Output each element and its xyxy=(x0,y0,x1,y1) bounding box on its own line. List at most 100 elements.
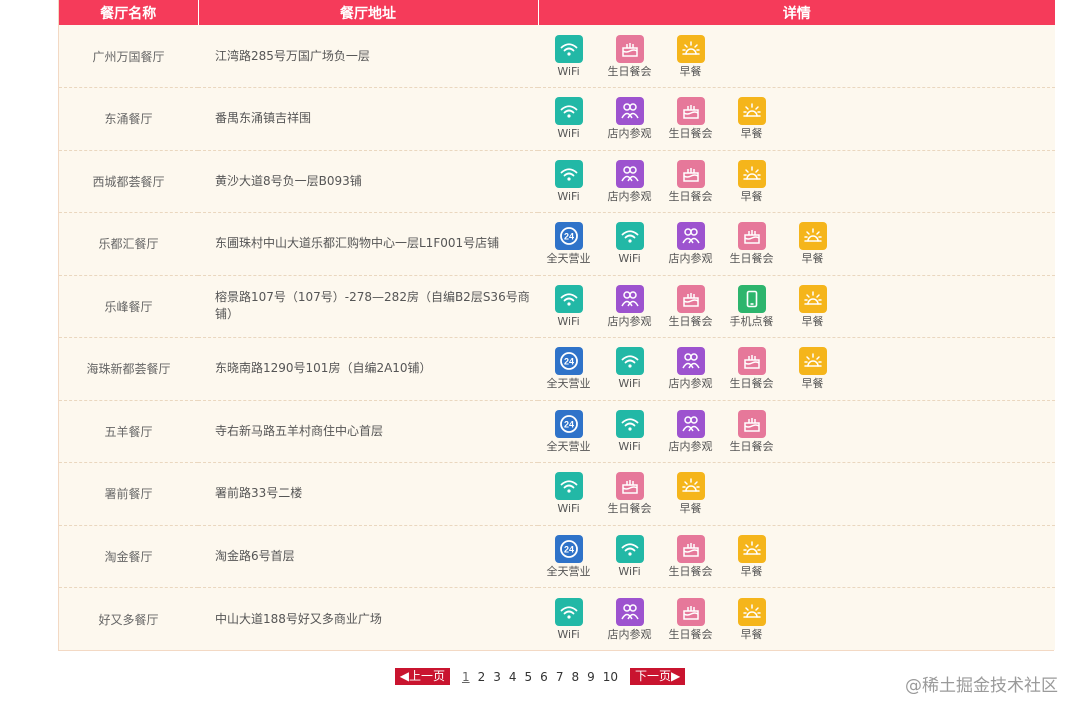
restaurant-address: 江湾路285号万国广场负一层 xyxy=(198,25,538,88)
feature-breakfast: 早餐 xyxy=(721,534,782,578)
wifi-icon xyxy=(615,222,644,251)
feature-label: 全天营业 xyxy=(546,377,591,391)
restaurant-name: 淘金餐厅 xyxy=(59,525,198,588)
page-number-link[interactable]: 7 xyxy=(556,670,564,684)
feature-label: 早餐 xyxy=(740,127,763,141)
page-number-link[interactable]: 6 xyxy=(540,670,548,684)
feature-list: 24 全天营业 WiFi 店内参观 生日餐会 早餐 xyxy=(538,222,1055,265)
feature-label: 店内参观 xyxy=(607,189,652,203)
restaurant-name: 乐都汇餐厅 xyxy=(59,212,198,276)
feature-birthday: 生日餐会 xyxy=(660,97,721,140)
feature-label: 生日餐会 xyxy=(668,189,713,203)
sunrise-icon xyxy=(737,97,766,126)
restaurant-name: 乐峰餐厅 xyxy=(59,275,198,338)
feature-label: 早餐 xyxy=(740,627,763,641)
wifi-icon xyxy=(615,347,644,376)
feature-label: WiFi xyxy=(618,439,641,453)
sunrise-icon xyxy=(676,34,705,63)
restaurant-details: 24 全天营业 WiFi 生日餐会 早餐 xyxy=(538,525,1055,588)
feature-birthday: 生日餐会 xyxy=(721,409,782,453)
next-page-button[interactable]: 下一页▶ xyxy=(630,668,686,685)
feature-wifi: WiFi xyxy=(599,409,660,453)
feature-label: WiFi xyxy=(557,627,580,641)
feature-breakfast: 早餐 xyxy=(721,159,782,203)
feature-label: 早餐 xyxy=(679,64,702,78)
feature-label: 早餐 xyxy=(801,314,824,328)
feature-label: 店内参观 xyxy=(607,314,652,328)
feature-wifi: WiFi xyxy=(599,347,660,390)
feature-wifi: WiFi xyxy=(538,597,599,641)
restaurant-address: 中山大道188号好又多商业广场 xyxy=(215,611,382,626)
feature-h24: 24 全天营业 xyxy=(538,534,599,578)
restaurant-details: WiFi 生日餐会 早餐 xyxy=(538,462,1055,526)
page-number-link[interactable]: 1 xyxy=(462,670,470,684)
table-row: 海珠新都荟餐厅 东晓南路1290号101房（自编2A10铺） 24 全天营业 WiFi 店… xyxy=(59,337,1055,401)
restaurant-address: 署前路33号二楼 xyxy=(198,462,538,526)
24h-icon: 24 xyxy=(554,222,583,251)
feature-label: 生日餐会 xyxy=(668,627,713,641)
restaurant-details: 24 全天营业 WiFi 店内参观 生日餐会 早餐 xyxy=(538,337,1055,401)
feature-label: 店内参观 xyxy=(668,377,713,391)
restaurant-details: WiFi 店内参观 生日餐会 手机点餐 早餐 xyxy=(538,275,1055,338)
feature-visit: 店内参观 xyxy=(599,597,660,641)
feature-breakfast: 早餐 xyxy=(660,34,721,78)
restaurant-details: WiFi 店内参观 生日餐会 早餐 xyxy=(538,87,1055,151)
page-number-link[interactable]: 4 xyxy=(509,670,517,684)
people-icon xyxy=(615,97,644,126)
feature-birthday: 生日餐会 xyxy=(599,472,660,515)
restaurant-name: 广州万国餐厅 xyxy=(59,25,198,88)
table-row: 好又多餐厅 中山大道188号好又多商业广场 WiFi 店内参观 生日餐会 早餐 xyxy=(59,587,1055,650)
page-number-link[interactable]: 9 xyxy=(587,670,595,684)
prev-page-button[interactable]: ◀上一页 xyxy=(394,668,450,685)
feature-list: WiFi 店内参观 生日餐会 早餐 xyxy=(538,597,1055,641)
feature-birthday: 生日餐会 xyxy=(660,159,721,203)
feature-birthday: 生日餐会 xyxy=(599,34,660,78)
sunrise-icon xyxy=(798,222,827,251)
watermark: @稀土掘金技术社区 xyxy=(905,676,1058,696)
page-number-link[interactable]: 8 xyxy=(571,670,579,684)
feature-wifi: WiFi xyxy=(538,472,599,515)
table-row: 乐峰餐厅 榕景路107号（107号）-278—282房（自编B2层S36号商铺） W… xyxy=(59,275,1055,338)
feature-label: WiFi xyxy=(557,502,580,516)
feature-label: 生日餐会 xyxy=(668,564,713,578)
feature-breakfast: 早餐 xyxy=(782,284,843,328)
page-number-link[interactable]: 10 xyxy=(603,670,618,684)
page-numbers: 1 2 3 4 5 6 7 8 9 10 xyxy=(458,670,622,684)
table-body: 广州万国餐厅 江湾路285号万国广场负一层 WiFi 生日餐会 早餐 东涌餐厅 番禺东涌镇吉… xyxy=(59,25,1055,650)
restaurant-address: 寺右新马路五羊村商住中心首层 xyxy=(198,400,538,463)
feature-label: 店内参观 xyxy=(668,439,713,453)
svg-text:24: 24 xyxy=(563,419,573,429)
feature-label: 生日餐会 xyxy=(668,314,713,328)
header-details: 详情 xyxy=(538,0,1055,25)
feature-label: 店内参观 xyxy=(668,252,713,266)
feature-breakfast: 早餐 xyxy=(721,597,782,641)
feature-label: 生日餐会 xyxy=(607,502,652,516)
page-number-link[interactable]: 3 xyxy=(493,670,501,684)
wifi-icon xyxy=(554,472,583,501)
feature-list: WiFi 店内参观 生日餐会 早餐 xyxy=(538,97,1055,140)
restaurant-name: 西城都荟餐厅 xyxy=(59,150,198,213)
feature-list: 24 全天营业 WiFi 店内参观 生日餐会 xyxy=(538,409,1055,453)
restaurant-address: 黄沙大道8号负一层B093铺 xyxy=(198,150,538,213)
wifi-icon xyxy=(615,409,644,438)
feature-label: WiFi xyxy=(557,314,580,328)
wifi-icon xyxy=(554,34,583,63)
people-icon xyxy=(676,347,705,376)
table-header-row: 餐厅名称 餐厅地址 详情 xyxy=(59,0,1055,25)
feature-visit: 店内参观 xyxy=(599,284,660,328)
table-row: 五羊餐厅 寺右新马路五羊村商住中心首层 24 全天营业 WiFi 店内参观 生日餐会 xyxy=(59,400,1055,463)
feature-wifi: WiFi xyxy=(599,222,660,265)
table-row: 西城都荟餐厅 黄沙大道8号负一层B093铺 WiFi 店内参观 生日餐会 早餐 xyxy=(59,150,1055,213)
table-row: 署前餐厅 署前路33号二楼 WiFi 生日餐会 早餐 xyxy=(59,462,1055,526)
feature-breakfast: 早餐 xyxy=(782,347,843,390)
page-number-link[interactable]: 2 xyxy=(478,670,486,684)
people-icon xyxy=(615,159,644,188)
feature-wifi: WiFi xyxy=(538,159,599,203)
feature-label: 全天营业 xyxy=(546,439,591,453)
feature-list: WiFi 店内参观 生日餐会 手机点餐 早餐 xyxy=(538,284,1055,328)
people-icon xyxy=(615,597,644,626)
page-number-link[interactable]: 5 xyxy=(525,670,533,684)
restaurant-details: WiFi 店内参观 生日餐会 早餐 xyxy=(538,150,1055,213)
table-row: 广州万国餐厅 江湾路285号万国广场负一层 WiFi 生日餐会 早餐 xyxy=(59,25,1055,88)
restaurant-address: 淘金路6号首层 xyxy=(198,525,538,588)
